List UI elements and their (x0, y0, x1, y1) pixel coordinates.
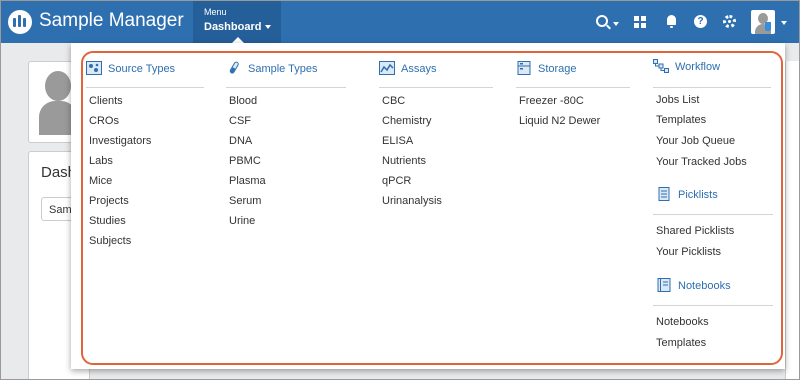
picklist-icon (658, 187, 670, 201)
menu-item-serum[interactable]: Serum (229, 195, 261, 207)
workflow-title: Workflow (675, 61, 721, 73)
menu-item-urine[interactable]: Urine (229, 215, 255, 227)
bell-icon[interactable] (667, 15, 676, 28)
chart-icon (379, 61, 395, 75)
menu-item-shared-picklists[interactable]: Shared Picklists (656, 225, 734, 237)
notebooks-title: Notebooks (678, 280, 731, 292)
menu-item-blood[interactable]: Blood (229, 95, 257, 107)
menu-item-pbmc[interactable]: PBMC (229, 155, 261, 167)
menu-item-clients[interactable]: Clients (89, 95, 123, 107)
chevron-down-icon[interactable] (613, 22, 619, 26)
menu-item-qpcr[interactable]: qPCR (382, 175, 411, 187)
sample-types-title: Sample Types (248, 63, 318, 75)
top-navbar: Sample Manager Menu Dashboard ? (1, 1, 799, 43)
menu-item-cbc[interactable]: CBC (382, 95, 405, 107)
menu-item-job-templates[interactable]: Templates (656, 114, 706, 126)
source-types-icon (86, 61, 102, 75)
menu-item-studies[interactable]: Studies (89, 215, 126, 227)
divider (226, 87, 346, 88)
menu-item-investigators[interactable]: Investigators (89, 135, 151, 147)
right-panel (785, 61, 799, 379)
menu-item-plasma[interactable]: Plasma (229, 175, 266, 187)
divider (86, 87, 204, 88)
menu-item-csf[interactable]: CSF (229, 115, 251, 127)
test-tube-icon (229, 61, 239, 74)
menu-item-projects[interactable]: Projects (89, 195, 129, 207)
menu-item-chemistry[interactable]: Chemistry (382, 115, 432, 127)
picklists-title: Picklists (678, 189, 718, 201)
source-types-title: Source Types (108, 63, 176, 75)
menu-item-urinanalysis[interactable]: Urinanalysis (382, 195, 442, 207)
help-icon[interactable]: ? (694, 15, 707, 28)
divider (653, 214, 773, 215)
menu-item-cros[interactable]: CROs (89, 115, 119, 127)
menu-item-your-job-queue[interactable]: Your Job Queue (656, 135, 735, 147)
menu-item-jobs-list[interactable]: Jobs List (656, 94, 699, 106)
workflow-icon (653, 59, 669, 73)
menu-item-dna[interactable]: DNA (229, 135, 252, 147)
app-logo-icon[interactable] (8, 10, 32, 34)
chevron-down-icon (265, 25, 271, 29)
menu-item-your-picklists[interactable]: Your Picklists (656, 246, 721, 258)
divider (379, 87, 493, 88)
avatar[interactable] (751, 10, 775, 34)
gear-icon[interactable] (723, 15, 736, 28)
menu-item-subjects[interactable]: Subjects (89, 235, 131, 247)
divider (653, 87, 771, 88)
app-title[interactable]: Sample Manager (39, 10, 184, 32)
menu-small-label: Menu (204, 7, 227, 17)
app-window: Dash Sam Sample Manager Menu Dashboard ? (0, 0, 800, 380)
menu-item-liquid-n2-dewer[interactable]: Liquid N2 Dewer (519, 115, 600, 127)
menu-item-notebooks[interactable]: Notebooks (656, 316, 709, 328)
divider (653, 305, 773, 306)
menu-item-labs[interactable]: Labs (89, 155, 113, 167)
grid-icon[interactable] (634, 16, 646, 28)
search-icon[interactable] (596, 15, 608, 27)
menu-item-elisa[interactable]: ELISA (382, 135, 413, 147)
menu-item-notebook-templates[interactable]: Templates (656, 337, 706, 349)
menu-item-freezer-80c[interactable]: Freezer -80C (519, 95, 584, 107)
divider (516, 87, 630, 88)
assays-title: Assays (401, 63, 437, 75)
storage-title: Storage (538, 63, 577, 75)
menu-item-your-tracked-jobs[interactable]: Your Tracked Jobs (656, 156, 747, 168)
menu-item-nutrients[interactable]: Nutrients (382, 155, 426, 167)
chevron-down-icon[interactable] (781, 21, 787, 25)
user-placeholder-icon (45, 71, 71, 101)
menu-main-label: Dashboard (204, 21, 262, 33)
notebook-icon (657, 278, 671, 292)
menu-item-mice[interactable]: Mice (89, 175, 112, 187)
storage-icon (517, 61, 531, 75)
